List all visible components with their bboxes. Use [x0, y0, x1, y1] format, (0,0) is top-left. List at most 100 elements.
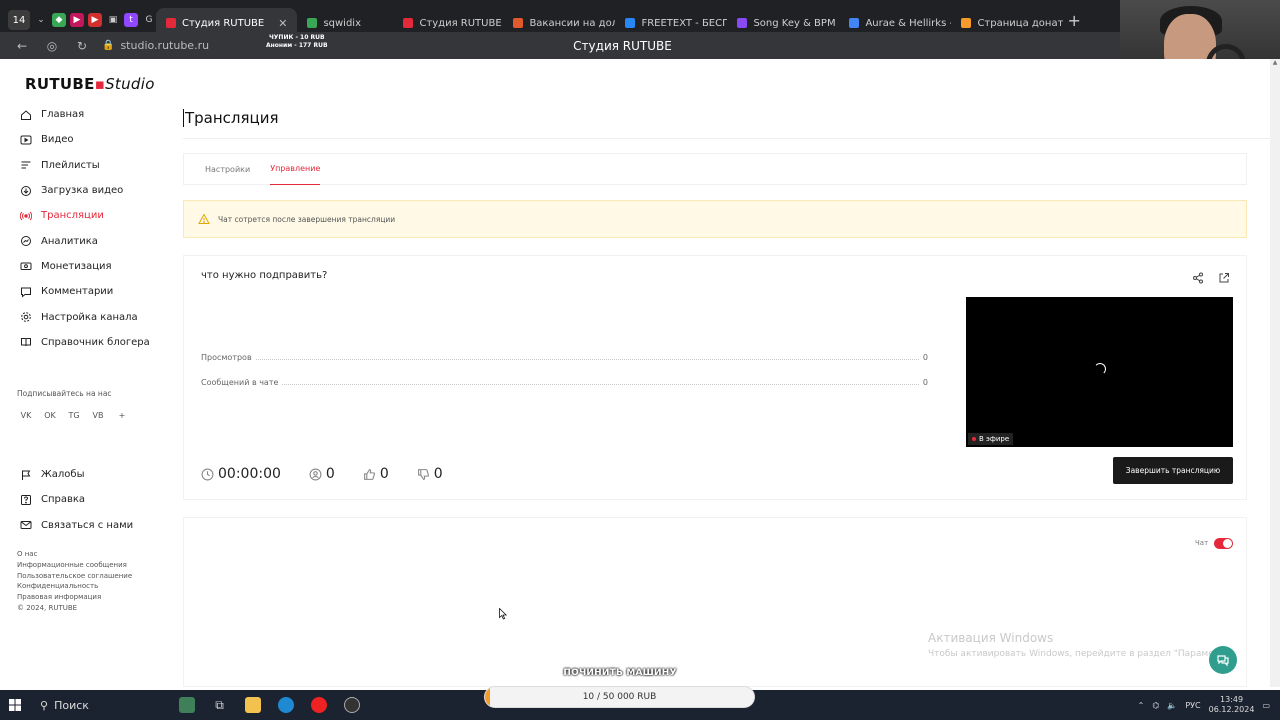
tab-settings[interactable]: Настройки	[205, 153, 250, 185]
sidebar-item-monetization[interactable]: Монетизация	[5, 254, 175, 279]
metric-dislikes: 0	[417, 466, 443, 482]
flag-icon	[20, 469, 32, 481]
tab-management[interactable]: Управление	[270, 153, 321, 185]
obs-icon	[343, 697, 360, 713]
social-links: VK OK TG VB +	[17, 407, 131, 423]
video-icon	[20, 134, 32, 146]
tray-lang[interactable]: РУС	[1185, 701, 1200, 710]
pinned-tab-icon[interactable]: t	[124, 13, 138, 27]
taskbar-search[interactable]: ⚲ Поиск	[30, 690, 170, 720]
sidebar-item-upload[interactable]: Загрузка видео	[5, 178, 175, 203]
clock-date: 06.12.2024	[1208, 705, 1255, 714]
network-icon[interactable]: ⌬	[1152, 701, 1159, 710]
tab-dropdown-icon[interactable]: ⌄	[34, 13, 48, 27]
support-chat-icon	[1217, 655, 1229, 667]
sidebar-item-blogger-guide[interactable]: Справочник блогера	[5, 330, 175, 355]
scroll-up-icon[interactable]: ▲	[1270, 59, 1280, 66]
stream-preview-player[interactable]: В эфире	[966, 297, 1233, 447]
taskbar-app-explorer[interactable]	[236, 690, 269, 720]
tab-counter[interactable]: 14	[8, 10, 30, 30]
sidebar-item-label: Загрузка видео	[41, 185, 124, 197]
taskbar-app-edge[interactable]	[269, 690, 302, 720]
support-chat-button[interactable]	[1209, 646, 1237, 674]
chat-toggle[interactable]	[1214, 538, 1233, 549]
warning-icon	[198, 213, 210, 224]
viber-icon[interactable]: VB	[89, 407, 107, 423]
watermark-title: Активация Windows	[928, 631, 1054, 645]
broadcast-tabs: Настройки Управление	[183, 153, 1247, 185]
taskbar-app-obs[interactable]	[335, 690, 368, 720]
notifications-icon[interactable]: ▭	[1262, 701, 1270, 710]
pinned-tab-icon[interactable]: ◆	[52, 13, 66, 27]
donation-line: Аноним - 177 RUB	[266, 42, 328, 49]
windows-start-icon[interactable]	[0, 690, 30, 720]
taskbar-clock[interactable]: 13:49 06.12.2024	[1209, 695, 1255, 715]
volume-icon[interactable]: 🔈	[1167, 701, 1177, 710]
ok-icon[interactable]: OK	[41, 407, 59, 423]
home-icon	[20, 109, 32, 121]
stat-dots	[255, 354, 919, 360]
pinned-tab-icon[interactable]: G	[142, 13, 156, 27]
rutube-studio-logo[interactable]: RUTUBE▪Studio	[25, 75, 155, 93]
telegram-icon[interactable]: TG	[65, 407, 83, 423]
share-icon[interactable]	[1192, 272, 1204, 284]
page-scrollbar[interactable]: ▲	[1270, 59, 1280, 687]
sidebar-item-complaints[interactable]: Жалобы	[5, 462, 175, 487]
sidebar-item-label: Монетизация	[41, 260, 112, 272]
pinned-tab-icon[interactable]: ▣	[106, 13, 120, 27]
vk-icon[interactable]: VK	[17, 407, 35, 423]
sidebar-item-broadcasts[interactable]: Трансляции	[5, 203, 175, 228]
sidebar-item-comments[interactable]: Комментарии	[5, 279, 175, 304]
sidebar-item-label: Главная	[41, 109, 85, 121]
sidebar-item-playlists[interactable]: Плейлисты	[5, 153, 175, 178]
sidebar-bottom-nav: Жалобы Справка Связаться с нами	[5, 462, 175, 538]
sidebar-item-analytics[interactable]: Аналитика	[5, 228, 175, 253]
external-link-icon[interactable]	[1218, 272, 1230, 284]
footer-link-legal[interactable]: Правовая информация	[17, 592, 132, 603]
folder-icon	[244, 697, 261, 713]
taskbar-app-widgets[interactable]	[170, 690, 203, 720]
stream-title: что нужно подправить?	[201, 270, 328, 281]
chat-toggle-label: Чат	[1195, 539, 1209, 547]
taskbar-app-yandex[interactable]	[302, 690, 335, 720]
pinned-tab-icon[interactable]: ▶	[70, 13, 84, 27]
sidebar-item-label: Справка	[41, 494, 86, 506]
sidebar-item-contact[interactable]: Связаться с нами	[5, 513, 175, 538]
more-icon[interactable]: +	[113, 407, 131, 423]
sidebar-item-label: Настройка канала	[41, 311, 138, 323]
windows-logo-icon	[9, 699, 21, 711]
sidebar-item-home[interactable]: Главная	[5, 102, 175, 127]
footer-link-privacy[interactable]: Конфиденциальность	[17, 581, 132, 592]
watermark-subtitle: Чтобы активировать Windows, перейдите в …	[928, 649, 1219, 659]
footer-link-info[interactable]: Информационные сообщения	[17, 560, 132, 571]
favicon-icon	[307, 18, 318, 28]
address-bar: ← ◎ ↻ 🔒 studio.rutube.ru Студия RUTUBE Ч…	[0, 32, 1120, 59]
task-view-icon: ⧉	[215, 697, 224, 712]
thumbs-up-icon	[363, 468, 375, 480]
donation-goal-title: ПОЧИНИТЬ МАШИНУ	[563, 668, 677, 678]
footer-link-terms[interactable]: Пользовательское соглашение	[17, 571, 132, 582]
sidebar-item-channel-settings[interactable]: Настройка канала	[5, 304, 175, 329]
yandex-browser-icon	[310, 697, 327, 713]
new-tab-icon[interactable]: +	[1067, 11, 1080, 30]
likes-value: 0	[379, 466, 389, 482]
tray-chevron-icon[interactable]: ⌃	[1138, 701, 1145, 710]
sidebar-item-label: Справочник блогера	[41, 336, 150, 348]
taskbar-app-taskview[interactable]: ⧉	[203, 690, 236, 720]
chat-warning-alert: Чат сотрется после завершения трансляции	[183, 200, 1247, 238]
footer-link-about[interactable]: О нас	[17, 549, 132, 560]
favicon-icon	[625, 18, 636, 28]
stat-label: Просмотров	[201, 352, 252, 362]
pinned-tab-icon[interactable]: ▶	[88, 13, 102, 27]
taskbar-search-label: Поиск	[54, 698, 89, 712]
end-broadcast-button[interactable]: Завершить трансляцию	[1113, 457, 1233, 484]
comment-icon	[20, 286, 32, 298]
close-tab-icon[interactable]: ✕	[278, 17, 287, 30]
sidebar-item-video[interactable]: Видео	[5, 127, 175, 152]
logo-text: Studio	[105, 75, 155, 93]
sidebar-item-help[interactable]: Справка	[5, 487, 175, 512]
donation-line: ЧУПИК - 10 RUB	[268, 34, 325, 41]
metric-likes: 0	[363, 466, 389, 482]
windows-activation-watermark: Активация Windows Чтобы активировать Win…	[928, 631, 1219, 659]
donation-goal-bar: 10 / 50 000 RUB	[484, 686, 755, 708]
